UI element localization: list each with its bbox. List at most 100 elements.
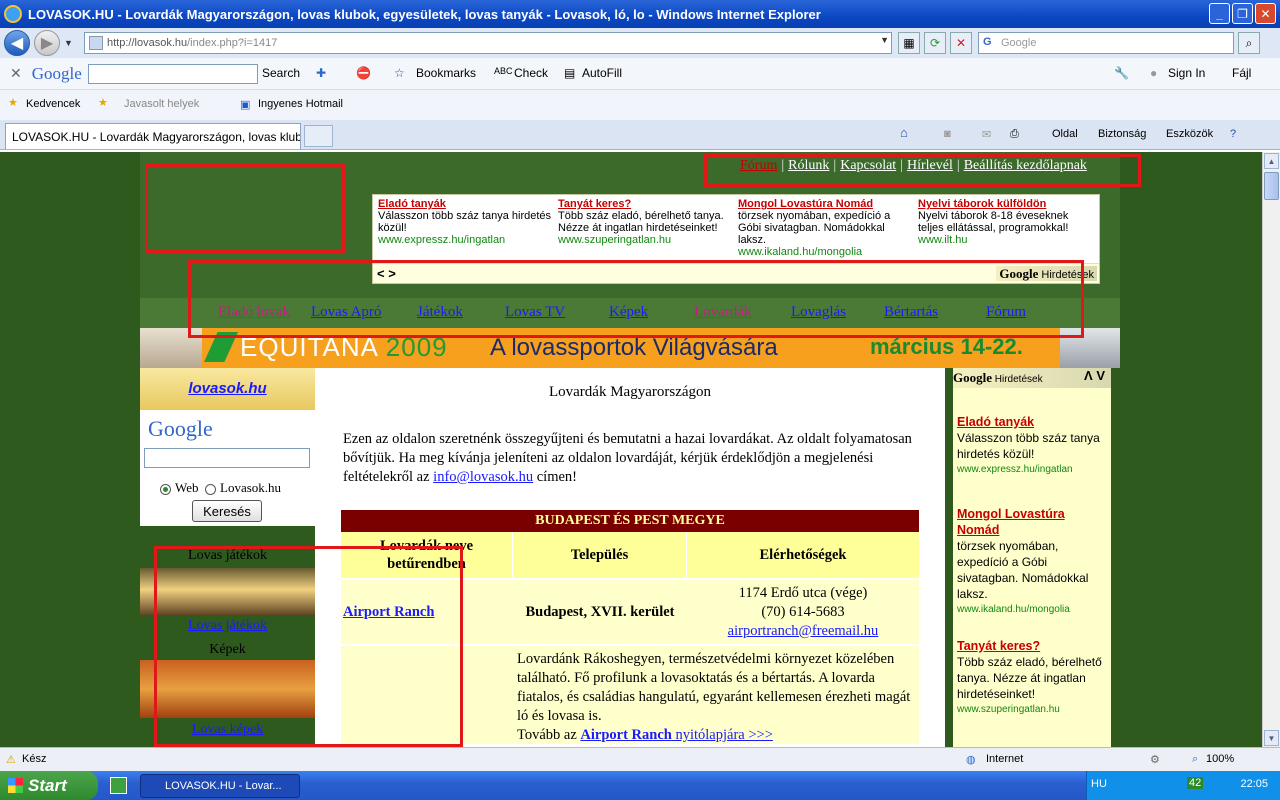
bookmarks-button[interactable]: Bookmarks — [416, 66, 476, 80]
google-search-button[interactable]: Search — [262, 66, 300, 80]
start-button[interactable]: Start — [0, 771, 98, 800]
add-favorite-icon[interactable]: ★ — [98, 96, 108, 109]
address-dropdown-icon[interactable]: ▼ — [880, 35, 889, 45]
tools-menu[interactable]: Eszközök — [1166, 128, 1213, 140]
ad-title[interactable]: Tanyát keres? — [558, 198, 734, 210]
new-tab-button[interactable] — [304, 125, 333, 147]
vertical-scrollbar[interactable]: ▲ ▼ — [1262, 152, 1280, 747]
top-ad[interactable]: Tanyát keres? Több száz eladó, bérelhető… — [558, 198, 734, 246]
ad-title[interactable]: Eladó tanyák — [957, 414, 1109, 430]
forward-button[interactable]: ▶ — [34, 30, 60, 56]
check-button[interactable]: Check — [514, 66, 548, 80]
popup-blocker-icon[interactable]: ⛔ — [356, 66, 371, 80]
clock[interactable]: 22:05 — [1240, 778, 1268, 790]
school-more-link[interactable]: Airport Ranch nyitólapjára >>> — [580, 727, 772, 743]
top-ad[interactable]: Mongol Lovastúra Nomád törzsek nyomában,… — [738, 198, 914, 258]
toolbar-close-icon[interactable]: ✕ — [10, 65, 22, 82]
autofill-button[interactable]: AutoFill — [582, 66, 622, 80]
search-button[interactable]: Keresés — [192, 500, 262, 522]
address-input[interactable]: http://lovasok.hu/index.php?i=1417 ▼ — [84, 32, 892, 54]
help-icon[interactable]: ? — [1230, 128, 1236, 140]
right-ads-nav-arrows[interactable]: Λ V — [1084, 368, 1105, 383]
top-link-homepage[interactable]: Beállítás kezdőlapnak — [964, 158, 1087, 173]
intro-email-link[interactable]: info@lovasok.hu — [433, 469, 533, 485]
radio-web[interactable] — [160, 483, 171, 495]
nav-elado-lovak[interactable]: Eladó lovak — [218, 304, 290, 321]
nav-forum[interactable]: Fórum — [986, 304, 1026, 321]
suggested-sites-link[interactable]: Javasolt helyek — [124, 98, 199, 110]
nav-lovas-apro[interactable]: Lovas Apró — [311, 304, 381, 321]
search-input[interactable]: G Google — [978, 32, 1234, 54]
taskbar-ie-window[interactable]: LOVASOK.HU - Lovar... — [140, 774, 300, 798]
ad-url[interactable]: www.expressz.hu/ingatlan — [957, 462, 1109, 478]
nav-lovardak[interactable]: Lovardák — [694, 304, 751, 321]
home-icon[interactable]: ⌂ — [900, 125, 908, 140]
right-ad[interactable]: Tanyát keres? Több száz eladó, bérelhető… — [957, 638, 1109, 718]
ad-url[interactable]: www.szuperingatlan.hu — [558, 234, 734, 246]
language-indicator[interactable]: HU — [1091, 778, 1107, 790]
ad-url[interactable]: www.ikaland.hu/mongolia — [738, 246, 914, 258]
nav-kepek[interactable]: Képek — [609, 304, 648, 321]
ad-title[interactable]: Eladó tanyák — [378, 198, 554, 210]
school-email-link[interactable]: airportranch@freemail.hu — [728, 622, 879, 641]
search-go-icon[interactable]: ⌕ — [1238, 32, 1260, 54]
tray-counter[interactable]: 42 — [1187, 777, 1204, 789]
mail-icon[interactable]: ✉ — [982, 128, 991, 141]
nav-jatekok[interactable]: Játékok — [417, 304, 463, 321]
nav-lovas-tv[interactable]: Lovas TV — [505, 304, 565, 321]
top-link-contact[interactable]: Kapcsolat — [840, 158, 896, 173]
right-ad[interactable]: Mongol Lovastúra Nomád törzsek nyomában,… — [957, 506, 1109, 618]
zoom-level[interactable]: 100% — [1206, 753, 1234, 765]
quicklaunch-icon[interactable] — [110, 777, 127, 794]
plus-icon[interactable]: ✚ — [316, 66, 326, 80]
scroll-thumb[interactable] — [1264, 172, 1279, 200]
right-ad[interactable]: Eladó tanyák Válasszon több száz tanya h… — [957, 414, 1109, 478]
nav-lovaglas[interactable]: Lovaglás — [791, 304, 846, 321]
pictures-link[interactable]: Lovas képek — [192, 722, 263, 737]
top-link-newsletter[interactable]: Hírlevél — [907, 158, 953, 173]
file-menu[interactable]: Fájl — [1232, 66, 1251, 80]
top-link-forum[interactable]: Fórum — [740, 158, 777, 173]
feeds-icon[interactable]: ◙ — [944, 128, 951, 140]
scroll-up-icon[interactable]: ▲ — [1264, 153, 1279, 169]
tab-lovasok[interactable]: LOVASOK.HU - Lovardák Magyarországon, lo… — [5, 123, 301, 149]
close-button[interactable]: ✕ — [1255, 3, 1276, 24]
top-ad[interactable]: Eladó tanyák Válasszon több száz tanya h… — [378, 198, 554, 246]
sign-in-button[interactable]: Sign In — [1168, 66, 1205, 80]
ad-title[interactable]: Tanyát keres? — [957, 638, 1109, 654]
favorites-button[interactable]: Kedvencek — [26, 98, 80, 110]
ad-url[interactable]: www.szuperingatlan.hu — [957, 702, 1109, 718]
ad-title[interactable]: Mongol Lovastúra Nomád — [957, 506, 1109, 538]
radio-lovasok[interactable] — [205, 483, 216, 495]
stop-icon[interactable]: ✕ — [950, 32, 972, 54]
ad-url[interactable]: www.ilt.hu — [918, 234, 1094, 246]
google-ads-label[interactable]: Google Hirdetések — [996, 266, 1097, 281]
ad-title[interactable]: Mongol Lovastúra Nomád — [738, 198, 914, 210]
security-menu[interactable]: Biztonság — [1098, 128, 1146, 140]
ad-url[interactable]: www.ikaland.hu/mongolia — [957, 602, 1109, 618]
top-ad[interactable]: Nyelvi táborok külföldön Nyelvi táborok … — [918, 198, 1094, 246]
site-brand-link[interactable]: lovasok.hu — [188, 380, 266, 397]
google-toolbar-search-input[interactable] — [88, 64, 258, 84]
school-name-link[interactable]: Airport Ranch — [343, 604, 434, 621]
compat-view-icon[interactable]: ▦ — [898, 32, 920, 54]
wrench-icon[interactable]: 🔧 — [1114, 66, 1129, 80]
print-icon[interactable]: ⎙ — [1010, 128, 1019, 141]
ads-nav-arrows[interactable]: < > — [377, 266, 396, 281]
equitana-banner[interactable]: EQUITANA 2009 A lovassportok Világvására… — [140, 328, 1120, 368]
games-image[interactable] — [140, 568, 315, 616]
refresh-icon[interactable]: ⟳ — [924, 32, 946, 54]
games-link[interactable]: Lovas játékok — [188, 618, 267, 633]
maximize-button[interactable]: ❐ — [1232, 3, 1253, 24]
site-search-input[interactable] — [144, 448, 310, 468]
protected-mode-icon[interactable]: ⚙ — [1150, 753, 1160, 766]
pictures-image[interactable] — [140, 660, 315, 718]
back-button[interactable]: ◀ — [4, 30, 30, 56]
ad-title[interactable]: Nyelvi táborok külföldön — [918, 198, 1094, 210]
nav-bertartas[interactable]: Bértartás — [884, 304, 938, 321]
top-link-about[interactable]: Rólunk — [788, 158, 829, 173]
minimize-button[interactable]: _ — [1209, 3, 1230, 24]
scroll-down-icon[interactable]: ▼ — [1264, 730, 1279, 746]
page-menu[interactable]: Oldal — [1052, 128, 1078, 140]
history-dropdown-icon[interactable]: ▼ — [64, 38, 73, 48]
